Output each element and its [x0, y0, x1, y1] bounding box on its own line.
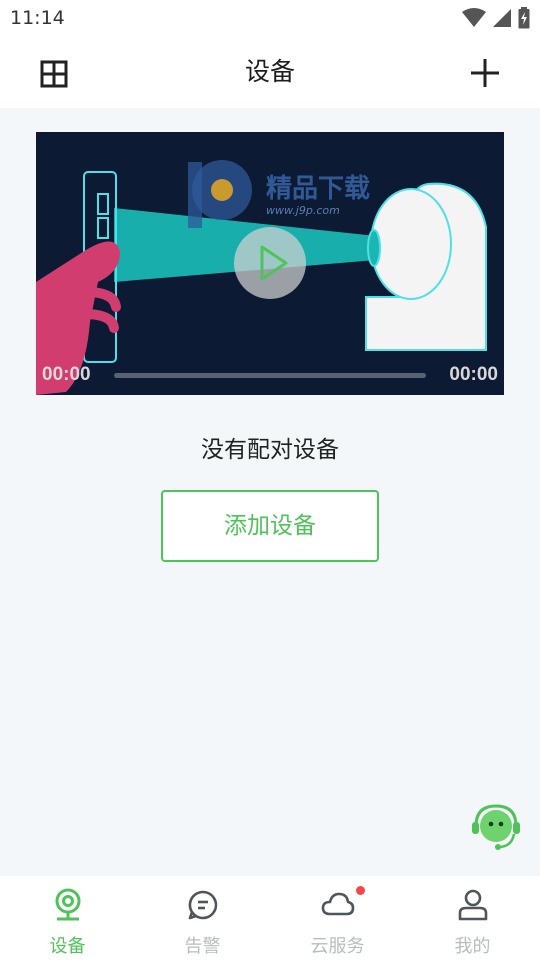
video-progress-bar[interactable]: [114, 373, 426, 378]
tab-alarm[interactable]: 告警: [135, 876, 270, 960]
play-button[interactable]: [234, 227, 306, 299]
status-time: 11:14: [10, 7, 65, 29]
video-duration: 00:00: [449, 364, 498, 385]
cloud-icon: [321, 892, 354, 916]
tutorial-video[interactable]: 精品下载 www.j9p.com 00:00 00:00: [36, 132, 504, 395]
status-bar: 11:14: [0, 0, 540, 36]
notification-badge: [355, 886, 365, 895]
tab-label-mine: 我的: [454, 936, 491, 957]
message-icon: [188, 890, 217, 920]
tab-mine[interactable]: 我的: [405, 876, 540, 960]
watermark-url: www.j9p.com: [266, 204, 340, 217]
page-title: 设备: [244, 57, 295, 86]
wifi-icon: [462, 8, 486, 27]
robot-assistant-icon[interactable]: [470, 804, 522, 852]
camera-icon: [55, 888, 80, 921]
user-icon: [458, 889, 487, 921]
tab-label-device: 设备: [49, 936, 86, 957]
add-icon[interactable]: [468, 56, 502, 90]
add-device-button[interactable]: 添加设备: [161, 490, 379, 562]
status-icons: [462, 7, 530, 29]
top-bar: 设备: [0, 36, 540, 108]
watermark-text: 精品下载: [266, 174, 371, 204]
video-current-time: 00:00: [42, 364, 91, 385]
tab-label-cloud: 云服务: [310, 936, 365, 957]
tab-label-alarm: 告警: [184, 936, 221, 957]
tab-device[interactable]: 设备: [0, 876, 135, 960]
tab-cloud[interactable]: 云服务: [270, 876, 405, 960]
no-device-message: 没有配对设备: [201, 437, 339, 463]
bottom-nav: 设备 告警 云服务 我的: [0, 876, 540, 960]
battery-icon: [518, 7, 530, 29]
play-icon: [260, 245, 288, 281]
signal-icon: [493, 9, 511, 27]
